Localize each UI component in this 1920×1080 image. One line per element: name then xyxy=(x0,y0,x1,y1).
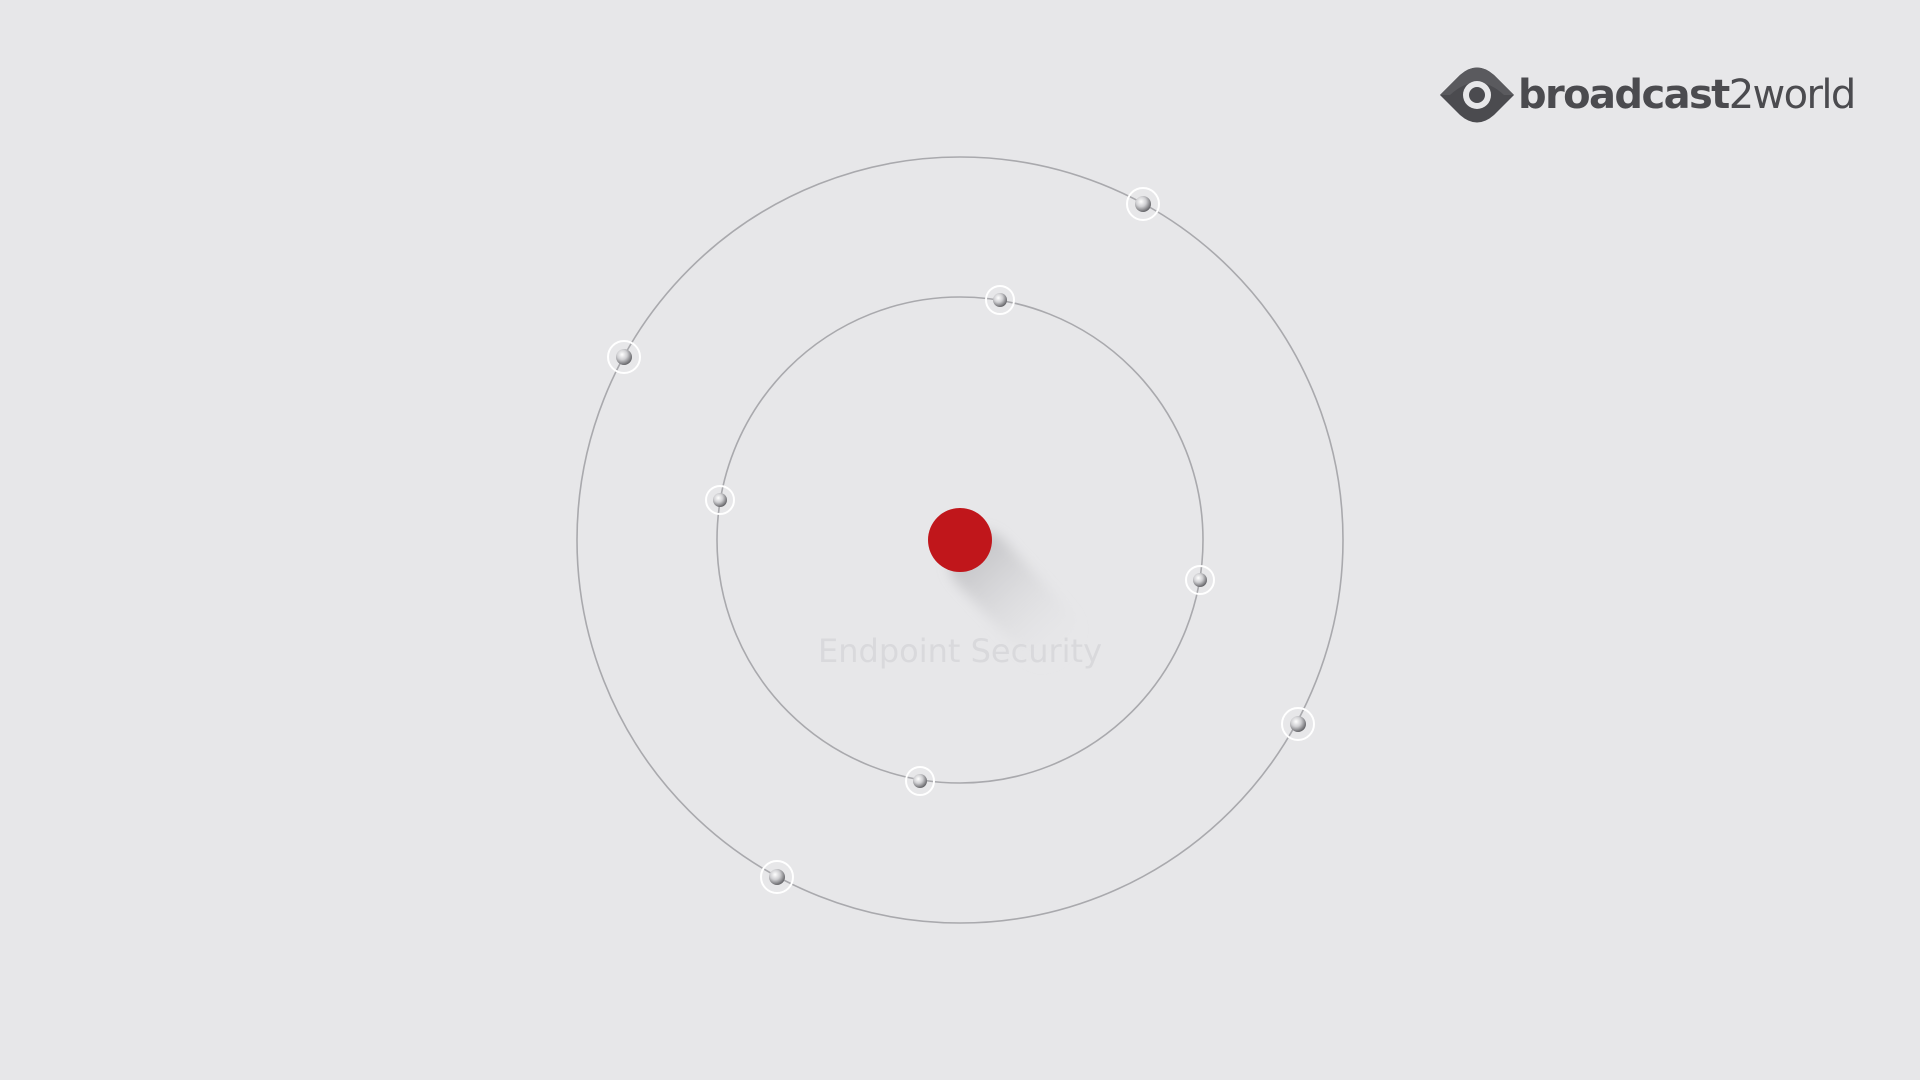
brand-name: broadcast2world xyxy=(1518,72,1857,118)
orbit-node xyxy=(1185,565,1215,595)
orbit-node xyxy=(607,340,641,374)
orbit-node xyxy=(985,285,1015,315)
orbit-node xyxy=(1126,187,1160,221)
brand-name-bold: broadcast xyxy=(1518,72,1730,118)
orbit-node xyxy=(1281,707,1315,741)
orbit-diagram xyxy=(576,156,1344,924)
brand-logo: broadcast2world xyxy=(1438,64,1857,126)
orbit-node xyxy=(705,485,735,515)
orbit-node xyxy=(760,860,794,894)
brand-name-light: 2world xyxy=(1728,72,1857,118)
eye-logo-icon xyxy=(1440,67,1514,123)
core-node xyxy=(928,508,992,572)
center-label: Endpoint Security xyxy=(818,632,1102,670)
